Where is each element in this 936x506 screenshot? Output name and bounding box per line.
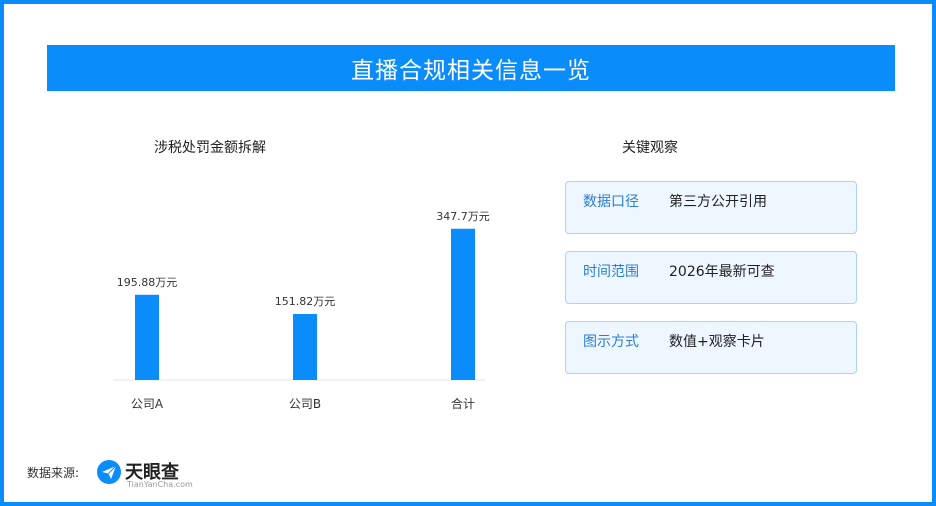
observation-key: 数据口径 bbox=[583, 194, 639, 210]
observation-key: 图示方式 bbox=[583, 334, 639, 350]
observation-card-time-range: 时间范围 2026年最新可查 bbox=[565, 251, 857, 304]
tianyancha-logo: 天眼查 TianYanCha.com bbox=[96, 457, 206, 491]
paper-plane-icon bbox=[97, 460, 121, 484]
observation-value: 2026年最新可查 bbox=[669, 264, 775, 280]
observation-key: 时间范围 bbox=[583, 264, 639, 280]
observation-card-display-method: 图示方式 数值+观察卡片 bbox=[565, 321, 857, 374]
observation-value: 数值+观察卡片 bbox=[669, 334, 765, 350]
bar-1 bbox=[293, 313, 317, 380]
bar-value-label: 347.7万元 bbox=[436, 210, 490, 223]
observation-card-scope: 数据口径 第三方公开引用 bbox=[565, 181, 857, 234]
bar-value-label: 195.88万元 bbox=[117, 276, 178, 289]
bar-value-label: 151.82万元 bbox=[275, 295, 336, 308]
bar-0 bbox=[135, 294, 159, 380]
bar-2 bbox=[451, 228, 475, 380]
chart-bars: 195.88万元公司A 151.82万元公司B 347.7万元合计 bbox=[117, 210, 490, 411]
category-label: 公司A bbox=[131, 397, 164, 411]
data-source-label: 数据来源: bbox=[27, 466, 80, 480]
logo-subtext: TianYanCha.com bbox=[127, 480, 193, 489]
category-label: 合计 bbox=[451, 396, 475, 411]
observation-value: 第三方公开引用 bbox=[669, 194, 767, 210]
category-label: 公司B bbox=[289, 397, 321, 411]
